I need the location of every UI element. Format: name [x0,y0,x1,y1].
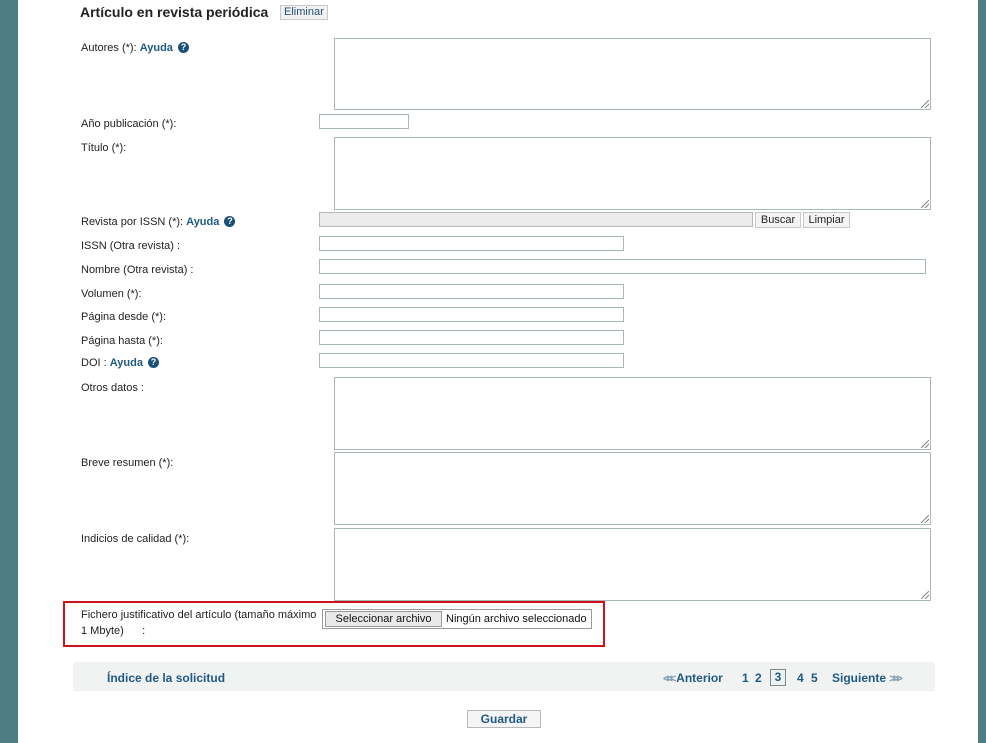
next-link[interactable]: Siguiente >>> [832,671,903,685]
pagina-desde-label: Página desde (*): [81,311,166,323]
otros-datos-textarea[interactable] [334,377,931,450]
section-title: Artículo en revista periódica [80,4,269,20]
resize-grip-icon[interactable] [921,591,929,599]
resize-grip-icon[interactable] [921,100,929,108]
page-current-3: 3 [770,669,786,686]
pagina-hasta-input[interactable] [319,330,624,345]
pagination-bar: Índice de la solicitud <<< Anterior 1 2 … [73,662,935,691]
page-link-4[interactable]: 4 [797,671,804,685]
doi-label: DOI : Ayuda ? [81,357,160,369]
resize-grip-icon[interactable] [921,200,929,208]
limpiar-button[interactable]: Limpiar [803,212,850,228]
help-icon[interactable]: ? [177,42,189,53]
nombre-otra-input[interactable] [319,259,926,274]
pagina-desde-input[interactable] [319,307,624,322]
double-chevron-right-icon: >>> [889,673,902,685]
volumen-input[interactable] [319,284,624,299]
breve-resumen-textarea[interactable] [334,452,931,525]
guardar-button[interactable]: Guardar [467,710,541,728]
prev-link[interactable]: <<< Anterior [663,671,723,685]
breve-resumen-label: Breve resumen (*): [81,457,174,469]
titulo-label: Título (*): [81,142,127,154]
revista-issn-label: Revista por ISSN (*): Ayuda ? [81,216,236,228]
doi-input[interactable] [319,353,624,368]
help-icon[interactable]: ? [224,216,236,227]
issn-otra-label: ISSN (Otra revista) : [81,240,181,252]
page-link-5[interactable]: 5 [811,671,818,685]
select-file-button[interactable]: Seleccionar archivo [325,611,442,627]
otros-datos-label: Otros datos : [81,382,144,394]
delete-button[interactable]: Eliminar [280,5,328,20]
autores-label: Autores (*): Ayuda ? [81,42,189,54]
issn-otra-input[interactable] [319,236,624,251]
resize-grip-icon[interactable] [921,515,929,523]
resize-grip-icon[interactable] [921,440,929,448]
volumen-label: Volumen (*): [81,288,142,300]
page-link-2[interactable]: 2 [755,671,762,685]
nombre-otra-label: Nombre (Otra revista) : [81,264,194,276]
buscar-button[interactable]: Buscar [755,212,801,228]
autores-help-link[interactable]: Ayuda [140,42,173,54]
anio-label: Año publicación (*): [81,118,177,130]
help-icon[interactable]: ? [148,357,160,368]
doi-help-link[interactable]: Ayuda [110,357,143,369]
indicios-textarea[interactable] [334,528,931,601]
file-status-text: Ningún archivo seleccionado [446,613,587,625]
pagina-hasta-label: Página hasta (*): [81,335,163,347]
revista-help-link[interactable]: Ayuda [186,216,219,228]
anio-input[interactable] [319,114,409,129]
fichero-label-line1: Fichero justificativo del artículo (tama… [81,609,317,621]
indicios-label: Indicios de calidad (*): [81,533,190,545]
revista-issn-input[interactable] [319,212,753,227]
page-link-1[interactable]: 1 [742,671,749,685]
index-link[interactable]: Índice de la solicitud [107,671,225,685]
double-chevron-left-icon: <<< [663,673,676,685]
titulo-textarea[interactable] [334,137,931,210]
autores-textarea[interactable] [334,38,931,110]
fichero-label-line2: 1 Mbyte) : [81,625,146,637]
form-page: Artículo en revista periódica Eliminar A… [18,0,978,743]
fichero-file-input[interactable]: Seleccionar archivo Ningún archivo selec… [322,609,592,629]
